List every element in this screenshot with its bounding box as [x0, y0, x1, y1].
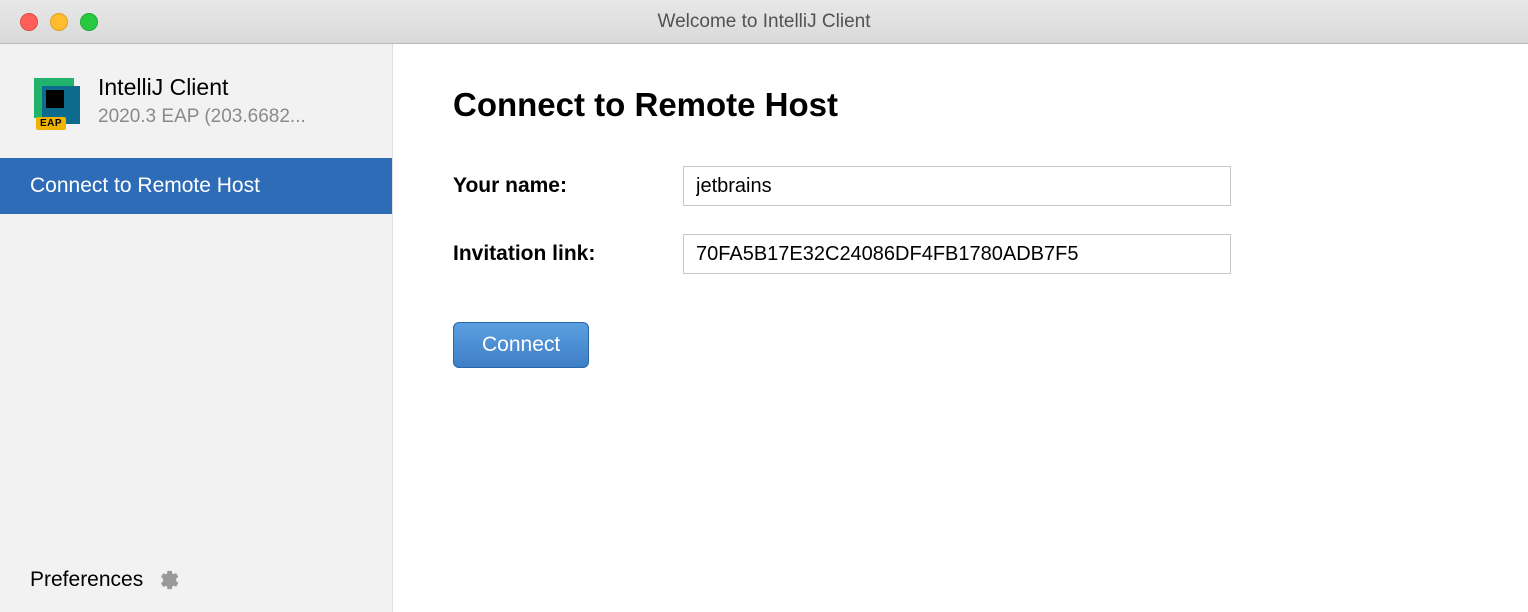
invitation-link-input[interactable]	[683, 234, 1231, 274]
app-icon: EAP	[30, 74, 82, 126]
window-title: Welcome to IntelliJ Client	[658, 11, 871, 33]
form-row-name: Your name:	[453, 166, 1468, 206]
name-label: Your name:	[453, 174, 683, 198]
app-info: IntelliJ Client 2020.3 EAP (203.6682...	[98, 74, 306, 128]
sidebar-item-connect[interactable]: Connect to Remote Host	[0, 158, 392, 214]
connect-button[interactable]: Connect	[453, 322, 589, 368]
sidebar-header: EAP IntelliJ Client 2020.3 EAP (203.6682…	[0, 74, 392, 158]
invitation-link-label: Invitation link:	[453, 242, 683, 266]
close-window-button[interactable]	[20, 13, 38, 31]
preferences-link[interactable]: Preferences	[30, 568, 143, 592]
main-panel: Connect to Remote Host Your name: Invita…	[393, 44, 1528, 612]
name-input[interactable]	[683, 166, 1231, 206]
maximize-window-button[interactable]	[80, 13, 98, 31]
form-row-link: Invitation link:	[453, 234, 1468, 274]
gear-icon[interactable]	[157, 569, 179, 591]
app-version: 2020.3 EAP (203.6682...	[98, 106, 306, 128]
traffic-lights	[0, 13, 98, 31]
eap-badge: EAP	[36, 117, 66, 130]
sidebar: EAP IntelliJ Client 2020.3 EAP (203.6682…	[0, 44, 393, 612]
app-title: IntelliJ Client	[98, 74, 306, 102]
page-title: Connect to Remote Host	[453, 86, 1468, 124]
sidebar-footer: Preferences	[0, 548, 392, 612]
titlebar: Welcome to IntelliJ Client	[0, 0, 1528, 44]
minimize-window-button[interactable]	[50, 13, 68, 31]
